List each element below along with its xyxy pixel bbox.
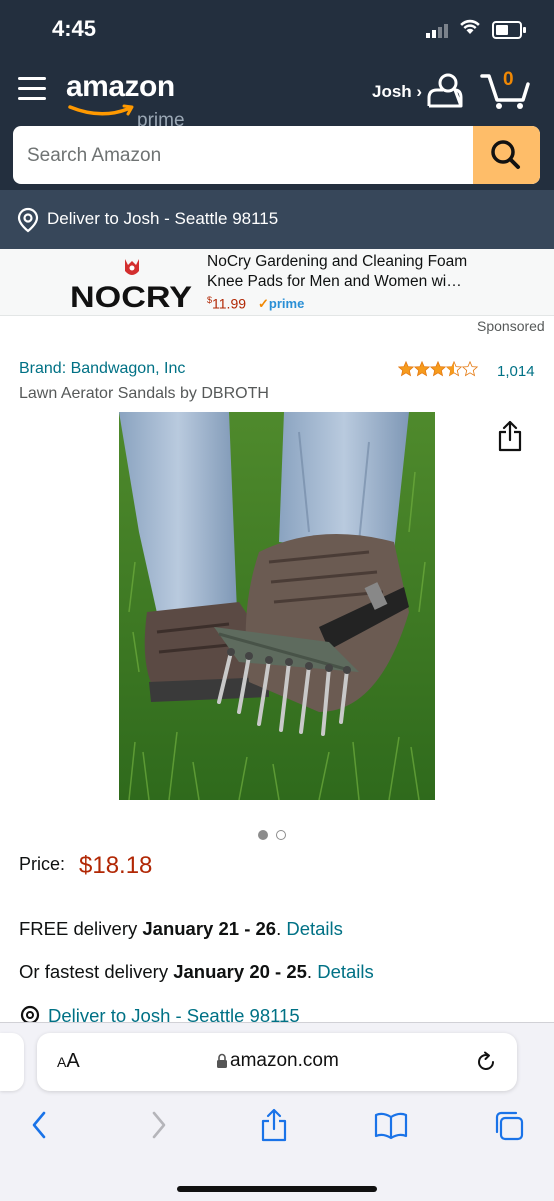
account-icon[interactable] bbox=[425, 72, 465, 110]
fastest-delivery-dates: January 20 - 25 bbox=[173, 961, 307, 982]
battery-icon bbox=[492, 21, 526, 39]
free-delivery-prefix: FREE delivery bbox=[19, 918, 143, 939]
amazon-prime-logo[interactable]: amazon prime bbox=[66, 70, 185, 131]
svg-text:NOCRY: NOCRY bbox=[70, 281, 192, 311]
amazon-header: amazon prime Josh › 0 bbox=[0, 56, 554, 190]
reload-icon[interactable] bbox=[474, 1050, 498, 1074]
url-text: amazon.com bbox=[230, 1050, 339, 1071]
back-icon[interactable] bbox=[26, 1107, 52, 1143]
cart-count: 0 bbox=[503, 69, 514, 90]
price-value: $18.18 bbox=[79, 852, 153, 879]
search-button[interactable] bbox=[473, 126, 540, 184]
image-pagination-dots[interactable] bbox=[258, 827, 294, 845]
fastest-delivery-suffix: . bbox=[306, 961, 318, 982]
deliver-to-text: Deliver to Josh - Seattle 98115 bbox=[47, 209, 279, 228]
ad-prime-badge: ✓prime bbox=[258, 296, 305, 311]
rating-stars-icon[interactable] bbox=[398, 361, 480, 377]
share-icon[interactable] bbox=[259, 1107, 289, 1143]
free-delivery-dates: January 21 - 26 bbox=[142, 918, 277, 939]
sponsored-ad-banner[interactable]: NOCRY NoCry Gardening and Cleaning Foam … bbox=[0, 249, 554, 316]
home-indicator bbox=[177, 1186, 377, 1192]
fastest-delivery-prefix: Or fastest delivery bbox=[19, 961, 174, 982]
menu-icon[interactable] bbox=[18, 77, 46, 107]
brand-link[interactable]: Brand: Bandwagon, Inc bbox=[19, 360, 185, 378]
browser-bottom-bar: AA amazon.com bbox=[0, 1022, 554, 1201]
bookmarks-icon[interactable] bbox=[373, 1107, 409, 1143]
wifi-icon bbox=[460, 19, 480, 34]
free-delivery-line: FREE delivery January 21 - 26. Details bbox=[19, 918, 343, 940]
lock-icon bbox=[217, 1053, 227, 1068]
fastest-delivery-line: Or fastest delivery January 20 - 25. Det… bbox=[19, 961, 374, 983]
text-size-large-a: A bbox=[66, 1050, 80, 1072]
free-delivery-suffix: . bbox=[276, 918, 287, 939]
previous-tab-card[interactable] bbox=[0, 1033, 24, 1091]
product-image[interactable] bbox=[119, 412, 435, 800]
search-input[interactable] bbox=[13, 126, 489, 184]
tabs-icon[interactable] bbox=[492, 1107, 526, 1143]
ad-price-value: 11.99 bbox=[212, 295, 247, 312]
image-dot[interactable] bbox=[276, 830, 286, 840]
image-dot-active[interactable] bbox=[258, 830, 268, 840]
status-bar: 4:45 bbox=[0, 0, 554, 56]
rating-count-link[interactable]: 1,014 bbox=[497, 363, 535, 380]
ad-price: $11.99 bbox=[207, 295, 246, 312]
ad-prime-label: prime bbox=[268, 296, 305, 311]
share-icon[interactable] bbox=[497, 420, 523, 452]
price-label: Price: bbox=[19, 854, 66, 874]
search-bar bbox=[13, 126, 540, 184]
cellular-signal-icon bbox=[426, 20, 450, 38]
address-bar[interactable]: AA amazon.com bbox=[37, 1033, 517, 1091]
status-time: 4:45 bbox=[52, 16, 97, 41]
logo-text: amazon bbox=[66, 70, 175, 103]
text-size-button[interactable]: AA bbox=[57, 1050, 80, 1073]
lawn-aerator-sandal-photo bbox=[119, 412, 435, 800]
ad-product-title[interactable]: NoCry Gardening and Cleaning Foam Knee P… bbox=[207, 252, 497, 292]
free-delivery-details-link[interactable]: Details bbox=[286, 918, 343, 939]
nocry-brand-logo: NOCRY bbox=[70, 259, 192, 311]
forward-icon[interactable] bbox=[146, 1107, 172, 1143]
account-link[interactable]: Josh › bbox=[372, 82, 422, 102]
deliver-to-bar[interactable]: Deliver to Josh - Seattle 98115 bbox=[0, 190, 554, 249]
sponsored-label[interactable]: Sponsored bbox=[477, 318, 545, 334]
text-size-small-a: A bbox=[57, 1054, 67, 1070]
fastest-delivery-details-link[interactable]: Details bbox=[317, 961, 374, 982]
logo-smile-icon bbox=[68, 104, 134, 116]
product-title: Lawn Aerator Sandals by DBROTH bbox=[19, 385, 269, 402]
search-icon bbox=[491, 140, 520, 169]
location-pin-icon bbox=[17, 207, 39, 233]
